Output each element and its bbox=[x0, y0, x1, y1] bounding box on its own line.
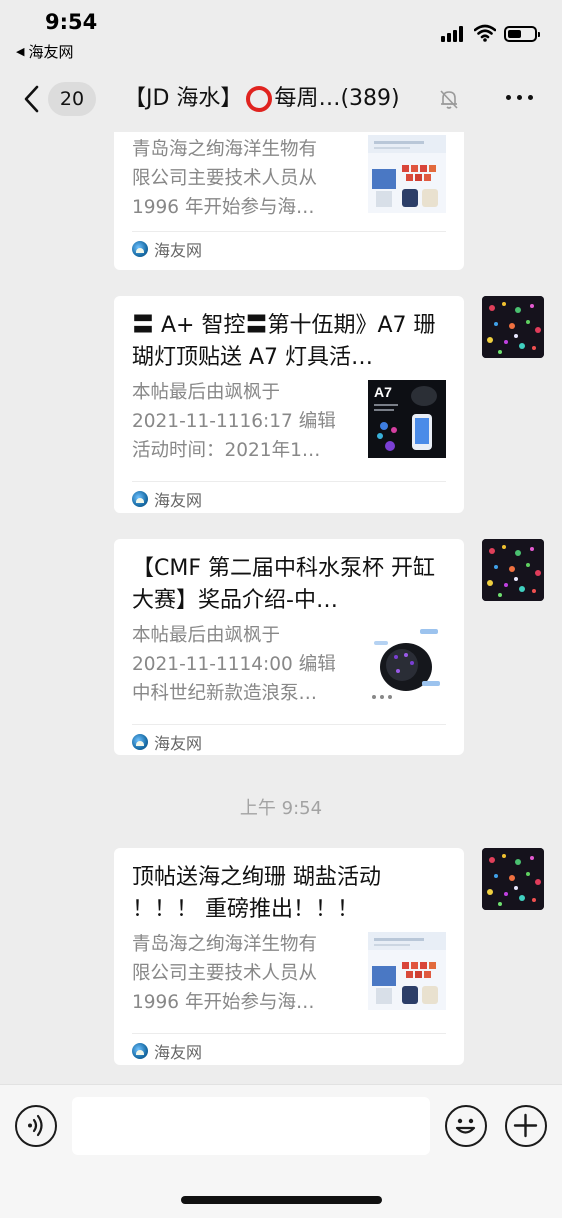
back-chevron-icon[interactable] bbox=[20, 82, 44, 116]
message-input[interactable] bbox=[72, 1097, 430, 1155]
status-time: 9:54 bbox=[45, 10, 98, 34]
battery-icon bbox=[504, 26, 540, 42]
card-source: 海友网 bbox=[132, 237, 202, 261]
smiley-icon bbox=[455, 1118, 476, 1134]
card-description: 本帖最后由飒枫于 2021-11-1114:00 编辑 中科世纪新款造浪泵… bbox=[132, 625, 336, 704]
more-dots-icon[interactable] bbox=[506, 95, 533, 100]
cellular-signal-icon bbox=[441, 26, 463, 42]
card-source: 海友网 bbox=[132, 487, 202, 511]
card-thumbnail bbox=[368, 623, 446, 701]
status-bar: 9:54 ◀ 海友网 bbox=[0, 0, 562, 66]
chat-header: 20 【JD 海水】 每周…(389) bbox=[0, 66, 562, 132]
card-divider bbox=[132, 1033, 446, 1034]
svg-text:A7: A7 bbox=[374, 384, 392, 400]
card-divider bbox=[132, 231, 446, 232]
red-circle-icon bbox=[246, 86, 273, 112]
link-card-message[interactable]: 【CMF 第二届中科水泵杯 开缸大赛】奖品介绍-中… 本帖最后由飒枫于 2021… bbox=[114, 539, 464, 755]
return-app-name: 海友网 bbox=[28, 43, 74, 61]
source-logo-icon bbox=[132, 1043, 148, 1059]
avatar[interactable] bbox=[482, 539, 544, 601]
return-to-app-link[interactable]: ◀ 海友网 bbox=[16, 41, 73, 62]
card-thumbnail bbox=[368, 932, 446, 1010]
more-functions-button[interactable] bbox=[505, 1105, 547, 1147]
card-title: 〓 A+ 智控〓第十伍期》A7 珊 瑚灯顶贴送 A7 灯具活… bbox=[132, 313, 436, 370]
card-thumbnail bbox=[368, 135, 446, 213]
card-description: 本帖最后由飒枫于 2021-11-1116:17 编辑 活动时间：2021年1… bbox=[132, 382, 336, 461]
card-description: 青岛海之绚海洋生物有 限公司主要技术人员从 1996 年开始参与海… bbox=[132, 139, 318, 218]
card-title: 【CMF 第二届中科水泵杯 开缸大赛】奖品介绍-中… bbox=[132, 556, 435, 613]
link-card-message[interactable]: 青岛海之绚海洋生物有 限公司主要技术人员从 1996 年开始参与海… 海友网 bbox=[114, 132, 464, 270]
voice-wave-icon bbox=[28, 1114, 43, 1137]
source-logo-icon bbox=[132, 734, 148, 750]
card-source: 海友网 bbox=[132, 730, 202, 754]
unread-count-badge[interactable]: 20 bbox=[48, 82, 96, 116]
bell-muted-icon bbox=[440, 90, 458, 109]
chat-title-suffix: 每周…(389) bbox=[274, 86, 400, 111]
avatar[interactable] bbox=[482, 848, 544, 910]
chat-title-prefix: 【JD 海水】 bbox=[124, 86, 243, 111]
source-logo-icon bbox=[132, 241, 148, 257]
link-card-message[interactable]: 〓 A+ 智控〓第十伍期》A7 珊 瑚灯顶贴送 A7 灯具活… 本帖最后由飒枫于… bbox=[114, 296, 464, 513]
message-timestamp: 上午 9:54 bbox=[239, 798, 323, 819]
home-indicator[interactable] bbox=[181, 1196, 382, 1204]
link-card-message[interactable]: 顶帖送海之绚珊 瑚盐活动 ！！！ 重磅推出！！！ 青岛海之绚海洋生物有 限公司主… bbox=[114, 848, 464, 1065]
wifi-icon bbox=[474, 24, 496, 42]
card-description: 青岛海之绚海洋生物有 限公司主要技术人员从 1996 年开始参与海… bbox=[132, 934, 318, 1013]
message-list[interactable]: 青岛海之绚海洋生物有 限公司主要技术人员从 1996 年开始参与海… 海友网 〓… bbox=[0, 132, 562, 1084]
back-triangle-icon: ◀ bbox=[16, 45, 25, 58]
card-thumbnail: A7 bbox=[368, 380, 446, 458]
avatar[interactable] bbox=[482, 296, 544, 358]
card-title: 顶帖送海之绚珊 瑚盐活动 ！！！ 重磅推出！！！ bbox=[132, 865, 381, 922]
card-divider bbox=[132, 724, 446, 725]
card-source: 海友网 bbox=[132, 1039, 202, 1063]
card-divider bbox=[132, 481, 446, 482]
voice-input-button[interactable] bbox=[15, 1105, 57, 1147]
source-logo-icon bbox=[132, 491, 148, 507]
plus-icon bbox=[513, 1113, 538, 1138]
chat-title[interactable]: 【JD 海水】 每周…(389) bbox=[124, 82, 400, 116]
emoji-button[interactable] bbox=[445, 1105, 487, 1147]
